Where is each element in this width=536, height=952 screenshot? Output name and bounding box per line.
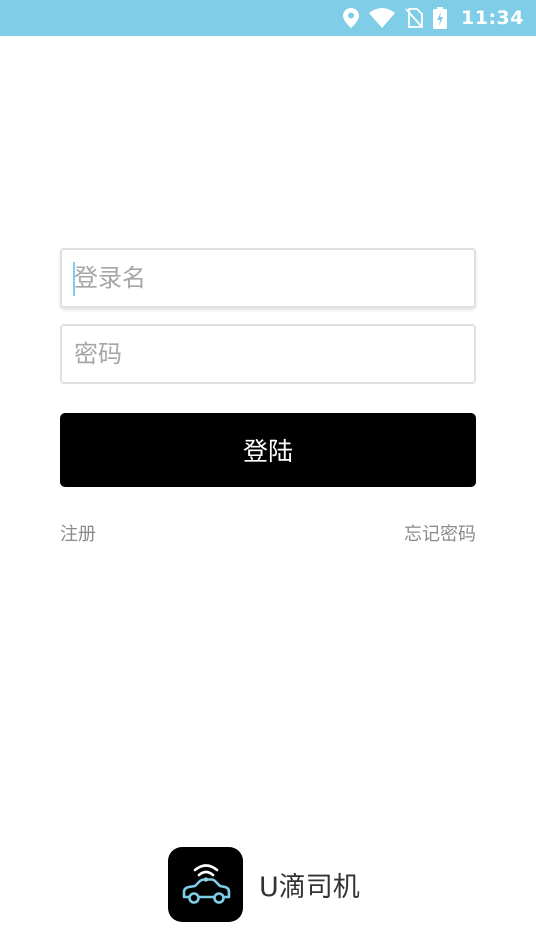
location-icon — [343, 8, 360, 28]
text-cursor — [73, 262, 75, 296]
battery-charging-icon — [433, 7, 448, 29]
password-input[interactable] — [62, 326, 474, 382]
app-logo — [168, 847, 243, 922]
status-bar: 11:34 — [0, 0, 536, 36]
wifi-icon — [369, 8, 396, 28]
no-sim-icon — [405, 8, 423, 28]
password-field-container[interactable] — [60, 324, 476, 384]
status-time: 11:34 — [461, 7, 524, 29]
username-input[interactable] — [62, 250, 474, 306]
username-field-container[interactable] — [60, 248, 476, 308]
brand: U滴司机 — [168, 847, 360, 922]
app-name: U滴司机 — [259, 872, 360, 903]
login-button[interactable]: 登陆 — [60, 413, 476, 487]
wifi-car-icon — [178, 857, 234, 913]
register-link[interactable]: 注册 — [60, 520, 96, 546]
status-icons: 11:34 — [343, 0, 524, 36]
forgot-password-link[interactable]: 忘记密码 — [404, 520, 476, 546]
